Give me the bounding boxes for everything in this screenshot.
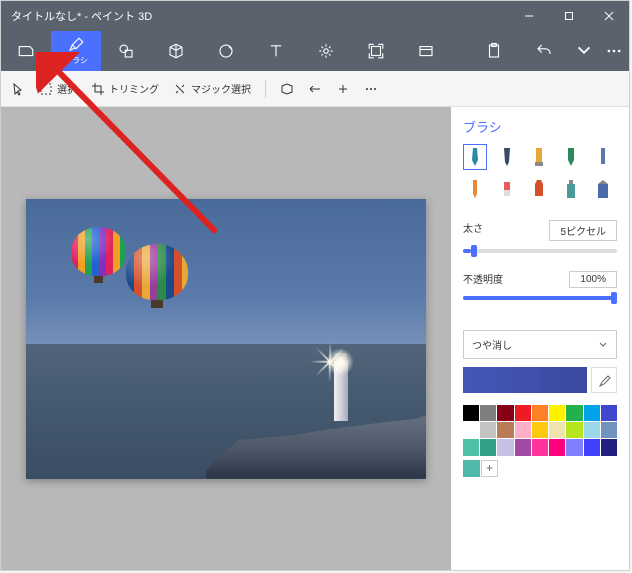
- opacity-value[interactable]: 100%: [569, 271, 617, 288]
- thickness-section: 太さ 5ピクセル: [463, 220, 617, 241]
- lighthouse-light: [331, 353, 349, 371]
- menu-button[interactable]: [1, 31, 51, 71]
- undo-button[interactable]: [519, 31, 569, 71]
- secondary-toolbar: 選択 トリミング マジック選択: [1, 71, 629, 107]
- eraser-brush[interactable]: [495, 176, 519, 202]
- color-swatch[interactable]: [463, 439, 479, 455]
- current-color[interactable]: [463, 367, 587, 393]
- 2d-shapes-tab[interactable]: [101, 31, 151, 71]
- color-swatch[interactable]: [480, 439, 496, 455]
- paint3d-window: タイトルなし* - ペイント 3D ブラシ 選択 トリミング マジック選択: [0, 0, 630, 571]
- window-title: タイトルなし* - ペイント 3D: [1, 8, 509, 24]
- color-swatch[interactable]: [549, 439, 565, 455]
- thickness-value[interactable]: 5ピクセル: [549, 220, 617, 241]
- add-color-button[interactable]: +: [481, 460, 498, 477]
- marker-brush[interactable]: [463, 144, 487, 170]
- 3d-view-button[interactable]: [280, 82, 294, 96]
- user-color-swatch[interactable]: [463, 460, 480, 477]
- 3d-shapes-tab[interactable]: [151, 31, 201, 71]
- watercolor-brush[interactable]: [559, 144, 583, 170]
- pixel-pen[interactable]: [591, 144, 615, 170]
- magic-select-tool[interactable]: マジック選択: [173, 81, 251, 96]
- balloon-2: [126, 244, 188, 324]
- crop-tool[interactable]: トリミング: [91, 81, 159, 96]
- cursor-tool[interactable]: [11, 82, 25, 96]
- chevron-down-icon: [598, 340, 608, 350]
- user-colors: +: [463, 460, 617, 477]
- color-swatch[interactable]: [463, 422, 479, 438]
- color-swatch[interactable]: [601, 422, 617, 438]
- finish-label: つや消し: [472, 337, 512, 352]
- color-swatch[interactable]: [532, 405, 548, 421]
- zoom-in-button[interactable]: [336, 82, 350, 96]
- color-swatch[interactable]: [515, 422, 531, 438]
- color-swatch[interactable]: [497, 439, 513, 455]
- separator: [265, 80, 266, 98]
- history-dropdown[interactable]: [569, 31, 599, 71]
- maximize-button[interactable]: [549, 1, 589, 31]
- color-swatch[interactable]: [601, 405, 617, 421]
- opacity-section: 不透明度 100%: [463, 271, 617, 288]
- brushes-tab[interactable]: ブラシ: [51, 31, 101, 71]
- thickness-slider[interactable]: [463, 249, 617, 253]
- paste-button[interactable]: [469, 31, 519, 71]
- opacity-thumb[interactable]: [611, 292, 617, 304]
- color-swatch[interactable]: [549, 405, 565, 421]
- fill-brush[interactable]: [591, 176, 615, 202]
- color-swatch[interactable]: [515, 405, 531, 421]
- opacity-label: 不透明度: [463, 271, 503, 288]
- brushes-tab-label: ブラシ: [64, 55, 88, 66]
- content-area: ブラシ 太さ 5ピクセル 不透明: [1, 107, 629, 570]
- crayon-brush[interactable]: [527, 176, 551, 202]
- canvas[interactable]: [26, 199, 426, 479]
- finish-dropdown[interactable]: つや消し: [463, 330, 617, 359]
- spray-brush[interactable]: [559, 176, 583, 202]
- brush-grid: [463, 144, 617, 202]
- close-button[interactable]: [589, 1, 629, 31]
- thickness-thumb[interactable]: [471, 245, 477, 257]
- color-swatch[interactable]: [532, 422, 548, 438]
- calligraphy-brush[interactable]: [495, 144, 519, 170]
- color-swatch[interactable]: [584, 422, 600, 438]
- 3d-library-tab[interactable]: [401, 31, 451, 71]
- color-swatch[interactable]: [566, 405, 582, 421]
- panel-title: ブラシ: [463, 117, 617, 136]
- canvas-area: [1, 107, 451, 570]
- canvas-tab[interactable]: [351, 31, 401, 71]
- color-swatch[interactable]: [480, 422, 496, 438]
- color-swatch[interactable]: [480, 405, 496, 421]
- select-tool[interactable]: 選択: [39, 81, 77, 96]
- thickness-label: 太さ: [463, 220, 483, 241]
- stickers-tab[interactable]: [201, 31, 251, 71]
- color-swatch[interactable]: [463, 405, 479, 421]
- color-palette: [463, 405, 617, 456]
- side-panel: ブラシ 太さ 5ピクセル 不透明: [451, 107, 629, 570]
- eyedropper-button[interactable]: [591, 367, 617, 393]
- color-swatch[interactable]: [532, 439, 548, 455]
- color-swatch[interactable]: [566, 439, 582, 455]
- titlebar: タイトルなし* - ペイント 3D: [1, 1, 629, 31]
- text-tab[interactable]: [251, 31, 301, 71]
- effects-tab[interactable]: [301, 31, 351, 71]
- balloon-1: [71, 227, 126, 297]
- color-swatch[interactable]: [549, 422, 565, 438]
- main-toolbar: ブラシ: [1, 31, 629, 71]
- color-swatch[interactable]: [584, 405, 600, 421]
- mixed-reality-button[interactable]: [308, 82, 322, 96]
- pencil-brush[interactable]: [463, 176, 487, 202]
- color-swatch[interactable]: [601, 439, 617, 455]
- color-swatch[interactable]: [584, 439, 600, 455]
- oil-brush[interactable]: [527, 144, 551, 170]
- color-swatch[interactable]: [566, 422, 582, 438]
- color-swatch[interactable]: [497, 405, 513, 421]
- opacity-slider[interactable]: [463, 296, 617, 300]
- more-menu[interactable]: [599, 31, 629, 71]
- minimize-button[interactable]: [509, 1, 549, 31]
- more-button[interactable]: [364, 82, 378, 96]
- color-swatch[interactable]: [497, 422, 513, 438]
- color-swatch[interactable]: [515, 439, 531, 455]
